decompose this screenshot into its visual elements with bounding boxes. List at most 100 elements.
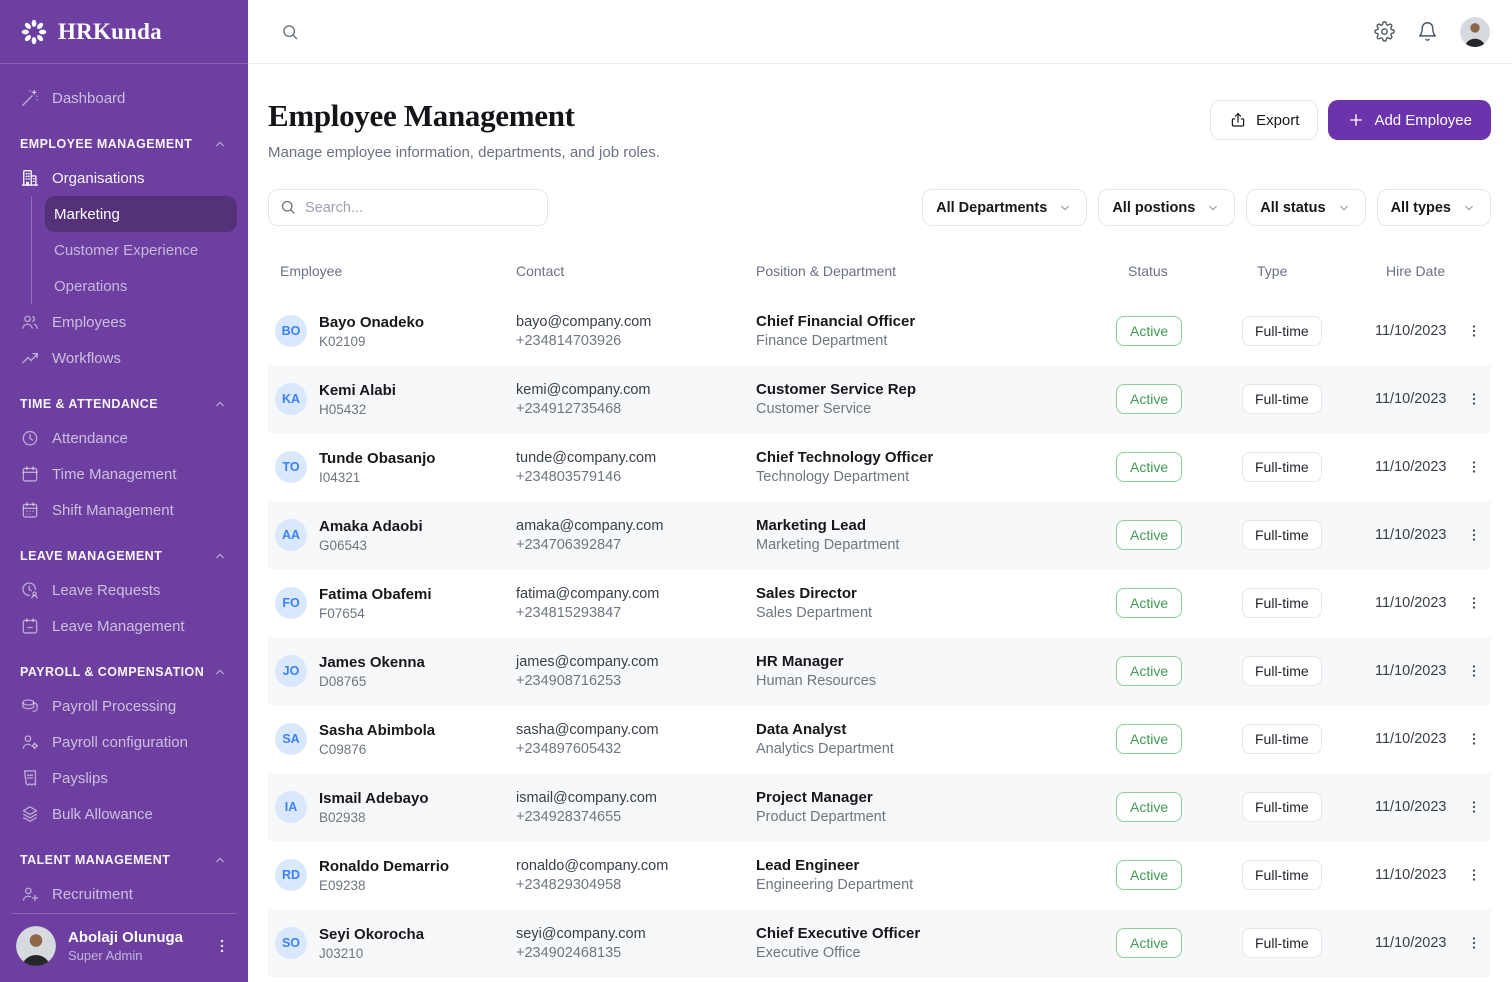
sidebar-item-leave-management[interactable]: Leave Management bbox=[0, 608, 248, 644]
sidebar-item-recruitment[interactable]: Recruitment bbox=[0, 876, 248, 912]
sidebar-item-payroll-processing[interactable]: Payroll Processing bbox=[0, 688, 248, 724]
status-badge: Active bbox=[1116, 792, 1182, 822]
filter-status[interactable]: All status bbox=[1246, 189, 1365, 226]
sidebar-item-payslips[interactable]: Payslips bbox=[0, 760, 248, 796]
row-menu-kebab-icon[interactable] bbox=[1461, 318, 1487, 344]
topbar-avatar[interactable] bbox=[1460, 17, 1490, 47]
employee-email: kemi@company.com bbox=[516, 382, 756, 398]
employee-name: Kemi Alabi bbox=[319, 382, 396, 399]
row-menu-kebab-icon[interactable] bbox=[1461, 726, 1487, 752]
table-row: RD Ronaldo Demarrio E09238 ronaldo@compa… bbox=[268, 841, 1491, 909]
employee-email: james@company.com bbox=[516, 654, 756, 670]
notifications-bell-icon[interactable] bbox=[1417, 21, 1438, 42]
employee-department: Analytics Department bbox=[756, 741, 1096, 757]
export-button[interactable]: Export bbox=[1210, 100, 1318, 140]
topbar-search-icon[interactable] bbox=[280, 22, 300, 42]
employee-phone: +234803579146 bbox=[516, 469, 756, 485]
add-employee-button[interactable]: Add Employee bbox=[1328, 100, 1491, 140]
coins-icon bbox=[20, 696, 40, 716]
table-row: SO Seyi Okorocha J03210 seyi@company.com… bbox=[268, 909, 1491, 977]
clock-user-icon bbox=[20, 580, 40, 600]
sidebar-item-shift-management[interactable]: Shift Management bbox=[0, 492, 248, 528]
col-contact: Contact bbox=[516, 263, 756, 279]
sidebar-item-bulk-allowance[interactable]: Bulk Allowance bbox=[0, 796, 248, 832]
export-icon bbox=[1229, 111, 1247, 129]
sidebar-item-time-management[interactable]: Time Management bbox=[0, 456, 248, 492]
filter-types[interactable]: All types bbox=[1377, 189, 1491, 226]
table-row: JO James Okenna D08765 james@company.com… bbox=[268, 637, 1491, 705]
col-status: Status bbox=[1096, 263, 1222, 279]
employee-email: sasha@company.com bbox=[516, 722, 756, 738]
hire-date: 11/10/2023 bbox=[1340, 323, 1456, 339]
table-row: BO Bayo Onadeko K02109 bayo@company.com … bbox=[268, 297, 1491, 365]
employee-name: Sasha Abimbola bbox=[319, 722, 435, 739]
employee-id: I04321 bbox=[319, 470, 435, 485]
hire-date: 11/10/2023 bbox=[1340, 799, 1456, 815]
employee-department: Marketing Department bbox=[756, 537, 1096, 553]
col-employee: Employee bbox=[268, 263, 516, 279]
employee-phone: +234902468135 bbox=[516, 945, 756, 961]
sidebar-item-workflows[interactable]: Workflows bbox=[0, 340, 248, 376]
employee-email: fatima@company.com bbox=[516, 586, 756, 602]
status-badge: Active bbox=[1116, 928, 1182, 958]
sidebar-item-leave-requests[interactable]: Leave Requests bbox=[0, 572, 248, 608]
main-area: Employee Management Manage employee info… bbox=[248, 0, 1512, 982]
sidebar-item-organisations[interactable]: Organisations bbox=[0, 160, 248, 196]
flower-logo-icon bbox=[20, 18, 48, 46]
topbar bbox=[248, 0, 1512, 64]
employee-id: J03210 bbox=[319, 946, 424, 961]
row-menu-kebab-icon[interactable] bbox=[1461, 454, 1487, 480]
hire-date: 11/10/2023 bbox=[1340, 527, 1456, 543]
section-leave-management[interactable]: LEAVE MANAGEMENT bbox=[0, 546, 248, 566]
filter-positions[interactable]: All postions bbox=[1098, 189, 1235, 226]
avatar-initials: KA bbox=[275, 383, 307, 415]
filter-departments[interactable]: All Departments bbox=[922, 189, 1087, 226]
user-avatar[interactable] bbox=[16, 926, 56, 966]
search-icon bbox=[279, 198, 297, 216]
status-badge: Active bbox=[1116, 860, 1182, 890]
employee-id: E09238 bbox=[319, 878, 449, 893]
row-menu-kebab-icon[interactable] bbox=[1461, 862, 1487, 888]
section-time-attendance[interactable]: TIME & ATTENDANCE bbox=[0, 394, 248, 414]
row-menu-kebab-icon[interactable] bbox=[1461, 522, 1487, 548]
sidebar-subitem-marketing[interactable]: Marketing bbox=[45, 196, 237, 232]
avatar-initials: TO bbox=[275, 451, 307, 483]
status-badge: Active bbox=[1116, 724, 1182, 754]
sidebar-subitem-operations[interactable]: Operations bbox=[45, 268, 237, 304]
sidebar-item-payroll-configuration[interactable]: Payroll configuration bbox=[0, 724, 248, 760]
type-badge: Full-time bbox=[1242, 928, 1322, 958]
clock-icon bbox=[20, 428, 40, 448]
employee-email: seyi@company.com bbox=[516, 926, 756, 942]
employee-department: Engineering Department bbox=[756, 877, 1096, 893]
chevron-down-icon bbox=[1205, 200, 1221, 216]
row-menu-kebab-icon[interactable] bbox=[1461, 386, 1487, 412]
settings-gear-icon[interactable] bbox=[1374, 21, 1395, 42]
status-badge: Active bbox=[1116, 452, 1182, 482]
employee-position: Chief Executive Officer bbox=[756, 925, 1096, 942]
type-badge: Full-time bbox=[1242, 656, 1322, 686]
employee-name: Amaka Adaobi bbox=[319, 518, 423, 535]
section-employee-management[interactable]: EMPLOYEE MANAGEMENT bbox=[0, 134, 248, 154]
search-input[interactable] bbox=[268, 189, 548, 226]
type-badge: Full-time bbox=[1242, 452, 1322, 482]
employee-position: Lead Engineer bbox=[756, 857, 1096, 874]
user-plus-icon bbox=[20, 884, 40, 904]
employee-name: Fatima Obafemi bbox=[319, 586, 432, 603]
sidebar-item-dashboard[interactable]: Dashboard bbox=[0, 80, 248, 116]
status-badge: Active bbox=[1116, 520, 1182, 550]
employee-id: G06543 bbox=[319, 538, 423, 553]
chevron-down-icon bbox=[1461, 200, 1477, 216]
row-menu-kebab-icon[interactable] bbox=[1461, 794, 1487, 820]
row-menu-kebab-icon[interactable] bbox=[1461, 658, 1487, 684]
employee-id: K02109 bbox=[319, 334, 424, 349]
user-menu-kebab-icon[interactable] bbox=[212, 936, 232, 956]
section-talent-management[interactable]: TALENT MANAGEMENT bbox=[0, 850, 248, 870]
sidebar-item-attendance[interactable]: Attendance bbox=[0, 420, 248, 456]
row-menu-kebab-icon[interactable] bbox=[1461, 590, 1487, 616]
sidebar-subitem-customer-experience[interactable]: Customer Experience bbox=[45, 232, 237, 268]
sidebar-item-employees[interactable]: Employees bbox=[0, 304, 248, 340]
employee-department: Human Resources bbox=[756, 673, 1096, 689]
section-payroll-compensation[interactable]: PAYROLL & COMPENSATION bbox=[0, 662, 248, 682]
employee-department: Customer Service bbox=[756, 401, 1096, 417]
row-menu-kebab-icon[interactable] bbox=[1461, 930, 1487, 956]
